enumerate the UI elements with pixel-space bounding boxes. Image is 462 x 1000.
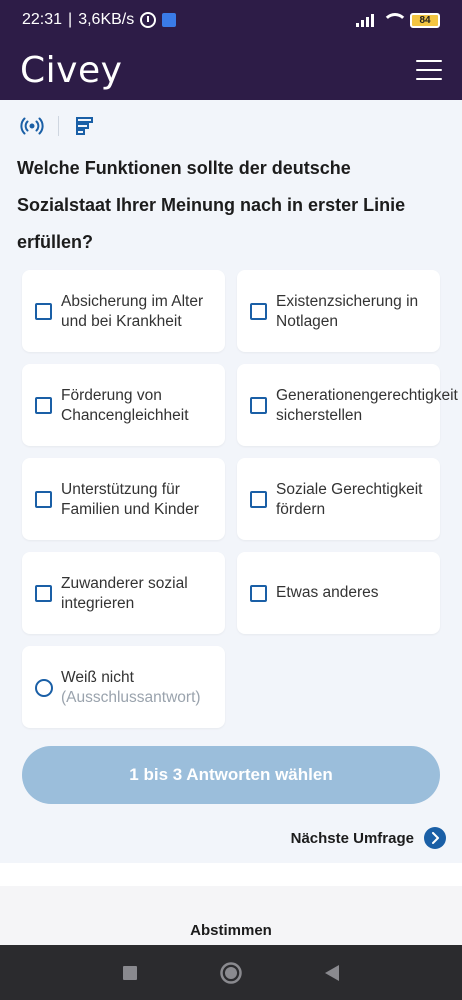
status-separator: |	[68, 11, 73, 28]
option-label: Förderung von Chancengleichheit	[61, 387, 189, 424]
poll-toolbar	[20, 114, 97, 138]
vote-tab[interactable]: Abstimmen	[0, 886, 462, 945]
option-label: Soziale Gerechtigkeit fördern	[276, 481, 423, 518]
checkbox[interactable]	[35, 303, 52, 320]
option-familien[interactable]: Unterstützung für Familien und Kinder	[22, 458, 225, 540]
option-chancengleichheit[interactable]: Förderung von Chancengleichheit	[22, 364, 225, 446]
battery-icon: 84	[410, 12, 440, 28]
broadcast-icon[interactable]	[20, 114, 44, 138]
radio-button[interactable]	[35, 679, 53, 697]
submit-button[interactable]: 1 bis 3 Antworten wählen	[22, 746, 440, 804]
logo[interactable]: Civey	[20, 50, 122, 91]
option-absicherung[interactable]: Absicherung im Alter und bei Krankheit	[22, 270, 225, 352]
poll-card: Welche Funktionen sollte der deutsche So…	[0, 100, 462, 863]
option-label: Existenzsicherung in Notlagen	[276, 293, 419, 330]
option-label: Generationengerechtigkeit sicherstellen	[276, 387, 458, 424]
checkbox[interactable]	[35, 491, 52, 508]
option-label: Unterstützung für Familien und Kinder	[61, 481, 199, 518]
bar-chart-icon[interactable]	[73, 114, 97, 138]
notification-icon	[162, 13, 177, 27]
option-label: Zuwanderer sozial integrieren	[61, 575, 188, 612]
status-speed: 3,6KB/s	[78, 11, 135, 28]
checkbox[interactable]	[35, 397, 52, 414]
checkbox[interactable]	[250, 585, 267, 602]
option-label: Absicherung im Alter und bei Krankheit	[61, 293, 204, 330]
toolbar-divider	[58, 116, 59, 136]
option-weiss-nicht[interactable]: Weiß nicht (Ausschlussantwort)	[22, 646, 225, 728]
checkbox[interactable]	[250, 303, 267, 320]
checkbox[interactable]	[250, 397, 267, 414]
signal-icon	[356, 13, 374, 27]
question-title: Welche Funktionen sollte der deutsche So…	[17, 158, 406, 252]
option-label: Etwas anderes	[276, 584, 379, 601]
option-sublabel: (Ausschlussantwort)	[61, 689, 201, 706]
checkbox[interactable]	[35, 585, 52, 602]
chevron-right-icon[interactable]	[424, 827, 446, 849]
next-survey-link[interactable]: Nächste Umfrage	[291, 827, 446, 849]
option-label-main: Weiß nicht	[61, 669, 134, 686]
checkbox[interactable]	[250, 491, 267, 508]
wifi-icon	[382, 13, 408, 27]
option-label: Weiß nicht (Ausschlussantwort)	[61, 668, 215, 708]
section-divider	[0, 863, 462, 886]
option-gerechtigkeit[interactable]: Soziale Gerechtigkeit fördern	[237, 458, 440, 540]
next-survey-label: Nächste Umfrage	[290, 829, 414, 847]
back-icon[interactable]	[317, 958, 347, 988]
system-navigation-bar	[0, 945, 462, 1000]
hamburger-menu-icon[interactable]	[416, 60, 442, 80]
recents-icon[interactable]	[115, 958, 145, 988]
alarm-icon	[140, 12, 157, 28]
status-time: 22:31	[22, 11, 63, 28]
vote-tab-label: Abstimmen	[190, 922, 272, 939]
option-etwas-anderes[interactable]: Etwas anderes	[237, 552, 440, 634]
status-bar: 22:31 | 3,6KB/s 84	[0, 0, 462, 40]
home-icon[interactable]	[216, 958, 246, 988]
option-existenzsicherung[interactable]: Existenzsicherung in Notlagen	[237, 270, 440, 352]
option-zuwanderer[interactable]: Zuwanderer sozial integrieren	[22, 552, 225, 634]
app-header: Civey	[0, 40, 462, 100]
option-generationengerechtigkeit[interactable]: Generationengerechtigkeit sicherstellen	[237, 364, 458, 446]
